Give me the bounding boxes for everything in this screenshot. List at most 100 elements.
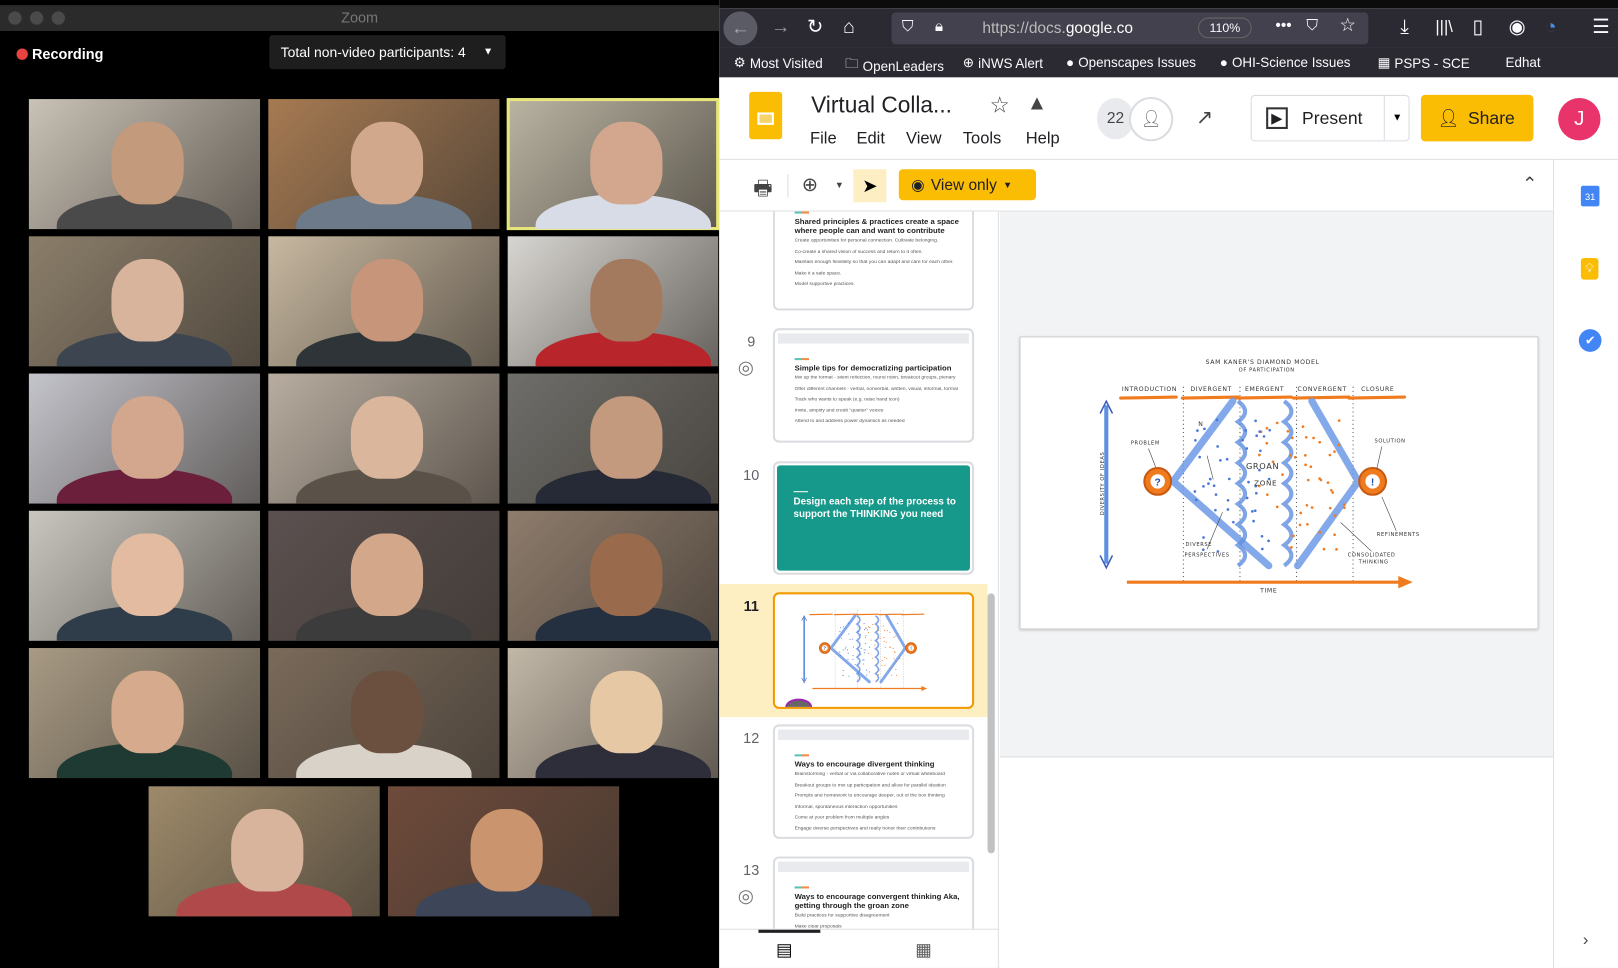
participant-video-tile[interactable] bbox=[507, 648, 719, 779]
participant-video-tile[interactable] bbox=[507, 510, 719, 641]
slide-thumbnail[interactable]: Simple tips for democratizing participat… bbox=[772, 328, 975, 443]
idea-dot bbox=[865, 649, 867, 651]
slides-logo-icon[interactable] bbox=[749, 91, 783, 140]
participant-video-tile[interactable] bbox=[148, 786, 380, 917]
participant-video-tile[interactable] bbox=[28, 510, 261, 641]
idea-dot bbox=[1215, 418, 1219, 422]
idea-dot bbox=[842, 670, 844, 672]
slide-number: 13 bbox=[743, 861, 760, 879]
bookmark-label: OHI-Science Issues bbox=[1231, 54, 1351, 71]
bookmark-star-icon[interactable]: ☆ bbox=[1339, 14, 1356, 36]
home-button[interactable]: ⌂ bbox=[843, 17, 855, 40]
recording-indicator[interactable]: Recording bbox=[16, 45, 103, 62]
menu-tools[interactable]: Tools bbox=[963, 130, 1002, 149]
idea-dot bbox=[1258, 453, 1261, 457]
document-title[interactable]: Virtual Colla... bbox=[811, 92, 952, 119]
participant-video-tile[interactable] bbox=[28, 99, 261, 230]
participant-video-tile[interactable] bbox=[28, 648, 261, 779]
participant-video-tile[interactable] bbox=[268, 510, 500, 641]
slide-title: Simple tips for democratizing participat… bbox=[794, 363, 952, 373]
participant-video-tile[interactable] bbox=[268, 236, 500, 367]
close-window-button[interactable] bbox=[8, 11, 22, 25]
slide-bullet: Come at your problem from multiple angle… bbox=[794, 815, 890, 821]
zoom-icon[interactable]: ⊕ bbox=[802, 173, 818, 197]
bookmark-item[interactable]: ⊕ iNWS Alert bbox=[963, 55, 1043, 72]
idea-dot bbox=[1304, 435, 1308, 439]
reload-button[interactable]: ↻ bbox=[807, 17, 823, 40]
idea-dot bbox=[1208, 477, 1212, 481]
account-icon[interactable]: ◉ bbox=[1509, 17, 1526, 40]
zoom-level-badge[interactable]: 110% bbox=[1198, 17, 1252, 39]
maximize-window-button[interactable] bbox=[51, 11, 66, 25]
activity-trend-icon[interactable]: ↗ bbox=[1196, 104, 1213, 130]
zoom-dropdown-icon[interactable]: ▼ bbox=[835, 180, 844, 190]
present-options-dropdown[interactable]: ▼ bbox=[1383, 95, 1410, 141]
participant-video-tile[interactable] bbox=[268, 373, 500, 504]
slide-thumbnail[interactable]: Shared principles & practices create a s… bbox=[772, 211, 975, 311]
slide-thumbnail[interactable]: Ways to encourage convergent thinking Ak… bbox=[772, 856, 975, 929]
idea-dot bbox=[852, 646, 855, 648]
slide-filmstrip[interactable]: Shared principles & practices create a s… bbox=[719, 211, 999, 929]
bookmark-item[interactable]: ● OHI-Science Issues bbox=[1220, 55, 1351, 70]
idea-dot bbox=[1241, 438, 1244, 442]
participant-video-tile[interactable] bbox=[28, 236, 261, 367]
participant-video-tile[interactable] bbox=[507, 236, 719, 367]
participant-video-tile[interactable] bbox=[507, 373, 719, 504]
sidebar-icon[interactable]: ▯ bbox=[1473, 17, 1484, 40]
star-icon[interactable]: ☆ bbox=[990, 92, 1010, 119]
filmstrip-scrollbar[interactable] bbox=[987, 593, 995, 854]
participant-video-tile[interactable] bbox=[268, 648, 500, 779]
calendar-icon[interactable]: 31 bbox=[1580, 185, 1600, 207]
library-icon[interactable]: |||\ bbox=[1435, 17, 1452, 40]
idea-dot bbox=[1212, 484, 1216, 488]
url-bar[interactable]: ⛉ 🔒︎ https://docs.google.co 110% ••• ⛉ ☆ bbox=[891, 12, 1369, 45]
filmstrip-view-icon[interactable]: ▤ bbox=[776, 940, 793, 961]
bookmark-item[interactable]: ● Openscapes Issues bbox=[1066, 55, 1196, 70]
comments-icon[interactable]: 👤︎ bbox=[1128, 96, 1174, 142]
more-actions-icon[interactable]: ••• bbox=[1275, 17, 1291, 35]
diagram-label: REFINEMENTS bbox=[1377, 532, 1420, 538]
hamburger-menu-icon[interactable]: ☰ bbox=[1592, 17, 1610, 40]
slide-number: 9 bbox=[747, 333, 756, 350]
back-button[interactable]: ← bbox=[723, 11, 758, 46]
speaker-notes[interactable] bbox=[999, 756, 1554, 968]
participant-video-tile[interactable] bbox=[506, 98, 720, 231]
idea-dot bbox=[863, 623, 865, 625]
avatar[interactable]: J bbox=[1558, 98, 1601, 141]
participant-video-tile[interactable] bbox=[28, 373, 261, 504]
slide-thumbnail[interactable]: ?! bbox=[772, 592, 975, 709]
select-cursor-button[interactable]: ➤ bbox=[853, 169, 887, 203]
minimize-window-button[interactable] bbox=[29, 11, 44, 25]
menu-help[interactable]: Help bbox=[1026, 130, 1060, 149]
bookmark-item[interactable]: Edhat bbox=[1506, 55, 1541, 70]
participant-video-tile[interactable] bbox=[387, 786, 620, 917]
menu-edit[interactable]: Edit bbox=[856, 130, 884, 149]
bookmark-item[interactable]: ⚙ Most Visited bbox=[734, 55, 823, 72]
present-button[interactable]: ▶ Present bbox=[1252, 96, 1384, 140]
share-button[interactable]: 👤︎ Share bbox=[1420, 94, 1534, 142]
idea-dot bbox=[841, 637, 843, 639]
grid-view-icon[interactable]: ▦ bbox=[915, 940, 932, 961]
menu-view[interactable]: View bbox=[906, 130, 941, 149]
bookmark-item[interactable]: ▦ PSPS - SCE bbox=[1378, 55, 1470, 72]
print-icon[interactable]: 🖶︎ bbox=[753, 173, 772, 208]
slide-thumbnail[interactable]: Ways to encourage divergent thinking Brai… bbox=[772, 724, 975, 839]
keep-icon[interactable]: 💡︎ bbox=[1580, 257, 1599, 280]
expand-side-panel-icon[interactable]: › bbox=[1583, 932, 1588, 951]
forward-button[interactable]: → bbox=[771, 17, 791, 40]
move-to-drive-icon[interactable]: ▲ bbox=[1027, 92, 1047, 116]
view-only-button[interactable]: ◉ View only ▼ bbox=[898, 169, 1037, 201]
tasks-icon[interactable]: ✔ bbox=[1578, 329, 1602, 352]
slide-thumbnail[interactable]: Design each step of the process to suppo… bbox=[772, 461, 975, 575]
participant-video-tile[interactable] bbox=[268, 99, 500, 230]
bookmark-item[interactable]: 🗀 OpenLeaders bbox=[845, 55, 944, 78]
diagram-label: DIVERSITY OF IDEAS bbox=[1100, 452, 1106, 516]
idea-dot bbox=[883, 629, 885, 631]
slide-canvas: INTRODUCTION DIVERGENT EMERGENT CONVERGENT C… bbox=[999, 211, 1554, 968]
pocket-icon[interactable]: ⛉ bbox=[1306, 17, 1318, 35]
extension-icon[interactable]: ◔ bbox=[1545, 17, 1557, 40]
menu-file[interactable]: File bbox=[810, 130, 837, 149]
downloads-icon[interactable]: ⤓ bbox=[1400, 17, 1409, 40]
non-video-participants-dropdown[interactable]: Total non-video participants: 4 ▼ bbox=[269, 35, 506, 70]
collapse-menu-icon[interactable]: ⌃ bbox=[1522, 173, 1538, 195]
